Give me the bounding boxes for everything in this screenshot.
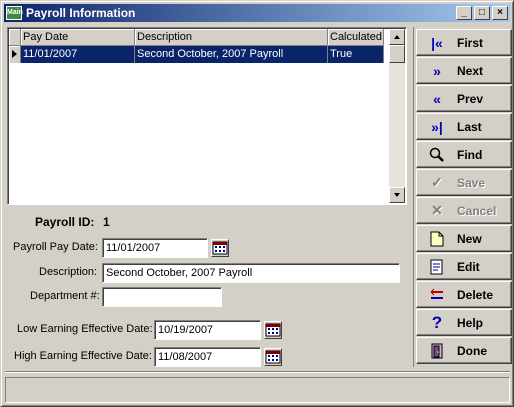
previous-record-icon: «: [433, 90, 441, 107]
first-button[interactable]: |« First: [416, 29, 512, 56]
next-button[interactable]: » Next: [416, 57, 512, 84]
save-button-label: Save: [457, 175, 486, 190]
window-title: Payroll Information: [26, 6, 136, 20]
new-button-label: New: [457, 231, 482, 246]
low-date-calendar-button[interactable]: [264, 321, 282, 339]
first-record-icon: |«: [431, 34, 443, 51]
done-button-label: Done: [457, 343, 487, 358]
grid-header: Pay Date Description Calculated: [9, 29, 384, 46]
new-button[interactable]: New: [416, 225, 512, 252]
next-record-icon: »: [433, 62, 441, 79]
status-separator: [5, 371, 510, 373]
edit-document-icon: [427, 258, 447, 276]
new-document-icon: [427, 230, 447, 248]
pay-date-field[interactable]: 11/01/2007: [102, 238, 208, 258]
last-button-label: Last: [457, 119, 482, 134]
delete-button[interactable]: Delete: [416, 281, 512, 308]
app-icon: Main: [6, 6, 23, 20]
magnifier-icon: [427, 146, 447, 164]
prev-button-label: Prev: [457, 91, 484, 106]
low-date-field[interactable]: 10/19/2007: [154, 320, 261, 340]
delete-icon: [427, 286, 447, 304]
edit-button[interactable]: Edit: [416, 253, 512, 280]
close-button[interactable]: ×: [492, 6, 508, 20]
cell-description[interactable]: Second October, 2007 Payroll: [135, 46, 328, 63]
scroll-thumb[interactable]: [389, 45, 405, 63]
prev-button[interactable]: « Prev: [416, 85, 512, 112]
high-date-calendar-button[interactable]: [264, 348, 282, 366]
table-row[interactable]: 11/01/2007 Second October, 2007 Payroll …: [9, 46, 384, 63]
first-button-label: First: [457, 35, 484, 50]
x-mark-icon: ✕: [431, 202, 443, 218]
delete-button-label: Delete: [457, 287, 494, 302]
row-indicator-icon: [9, 46, 21, 63]
scroll-up-icon[interactable]: [389, 29, 405, 45]
edit-button-label: Edit: [457, 259, 480, 274]
done-button[interactable]: Done: [416, 337, 512, 364]
cancel-button-label: Cancel: [457, 203, 497, 218]
question-mark-icon: ?: [431, 312, 443, 332]
description-label: Description:: [39, 266, 98, 278]
find-button-label: Find: [457, 147, 483, 162]
payroll-grid[interactable]: Pay Date Description Calculated 11/01/20…: [7, 27, 407, 205]
calendar-icon: [212, 241, 228, 255]
description-field[interactable]: Second October, 2007 Payroll: [102, 263, 400, 283]
calendar-icon: [265, 323, 281, 337]
department-label: Department #:: [30, 290, 100, 302]
checkmark-icon: ✓: [431, 174, 443, 190]
vertical-scrollbar[interactable]: [389, 29, 405, 203]
help-button[interactable]: ? Help: [416, 309, 512, 336]
scroll-down-icon[interactable]: [389, 187, 405, 203]
navigation-toolbar: |« First » Next « Prev »| Last Find ✓ Sa…: [413, 27, 512, 367]
column-header-pay-date[interactable]: Pay Date: [21, 29, 135, 46]
calendar-icon: [265, 350, 281, 364]
column-header-calculated[interactable]: Calculated: [328, 29, 384, 46]
last-record-icon: »|: [431, 118, 443, 135]
cell-pay-date[interactable]: 11/01/2007: [21, 46, 135, 63]
maximize-button[interactable]: □: [474, 6, 490, 20]
pay-date-label: Payroll Pay Date:: [13, 241, 98, 253]
pay-date-calendar-button[interactable]: [211, 239, 229, 257]
grid-corner: [9, 29, 21, 46]
cell-calculated[interactable]: True: [328, 46, 384, 63]
high-date-field[interactable]: 11/08/2007: [154, 347, 261, 367]
payroll-id-value: 1: [103, 215, 110, 229]
payroll-window: Main Payroll Information _ □ × Pay Date …: [0, 0, 514, 407]
payroll-id-label: Payroll ID:: [35, 215, 95, 229]
minimize-button[interactable]: _: [456, 6, 472, 20]
column-header-description[interactable]: Description: [135, 29, 328, 46]
cancel-button[interactable]: ✕ Cancel: [416, 197, 512, 224]
next-button-label: Next: [457, 63, 484, 78]
find-button[interactable]: Find: [416, 141, 512, 168]
low-date-label: Low Earning Effective Date:: [17, 323, 153, 335]
last-button[interactable]: »| Last: [416, 113, 512, 140]
title-bar[interactable]: Main Payroll Information _ □ ×: [4, 4, 510, 22]
status-bar: [5, 377, 510, 403]
department-field[interactable]: [102, 287, 222, 307]
help-button-label: Help: [457, 315, 484, 330]
save-button[interactable]: ✓ Save: [416, 169, 512, 196]
high-date-label: High Earning Effective Date:: [14, 350, 152, 362]
exit-door-icon: [427, 342, 447, 360]
